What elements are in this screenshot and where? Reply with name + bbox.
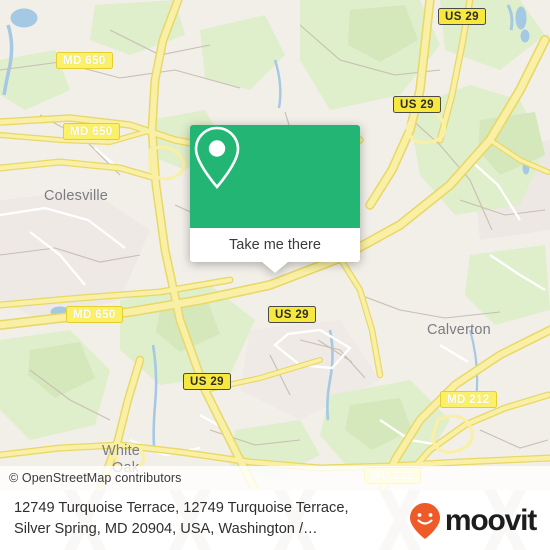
shield-md-212-a[interactable]: MD 212 bbox=[440, 391, 497, 408]
shield-md-650-b[interactable]: MD 650 bbox=[63, 123, 120, 140]
address-line-1: 12749 Turquoise Terrace, 12749 Turquoise… bbox=[14, 500, 349, 516]
map-pin-icon bbox=[194, 126, 240, 189]
shield-us-29-b[interactable]: US 29 bbox=[393, 96, 441, 113]
take-me-there-button[interactable]: Take me there bbox=[190, 228, 360, 262]
moovit-wordmark: moovit bbox=[444, 504, 537, 537]
shield-us-29-c[interactable]: US 29 bbox=[268, 306, 316, 323]
address-line-2: Silver Spring, MD 20904, USA, Washington… bbox=[14, 521, 318, 537]
popup-header bbox=[190, 125, 360, 228]
shield-us-29-a[interactable]: US 29 bbox=[438, 8, 486, 25]
shield-md-650-a[interactable]: MD 650 bbox=[56, 52, 113, 69]
shield-us-29-d[interactable]: US 29 bbox=[183, 373, 231, 390]
location-popup-card[interactable]: Take me there bbox=[190, 125, 360, 273]
moovit-map-screenshot: Colesville Calverton White Oak MD 650 MD… bbox=[0, 0, 550, 550]
shield-md-650-c[interactable]: MD 650 bbox=[66, 306, 123, 323]
attribution-text[interactable]: © OpenStreetMap contributors bbox=[0, 471, 182, 485]
moovit-pin-icon bbox=[409, 503, 440, 539]
moovit-logo[interactable]: moovit bbox=[409, 502, 537, 540]
map-canvas[interactable]: Colesville Calverton White Oak MD 650 MD… bbox=[0, 0, 550, 490]
bottom-info-bar: 12749 Turquoise Terrace, 12749 Turquoise… bbox=[0, 490, 550, 550]
popup-tail bbox=[262, 262, 288, 273]
address-text: 12749 Turquoise Terrace, 12749 Turquoise… bbox=[14, 498, 404, 540]
map-attribution-bar: © OpenStreetMap contributors bbox=[0, 466, 550, 490]
